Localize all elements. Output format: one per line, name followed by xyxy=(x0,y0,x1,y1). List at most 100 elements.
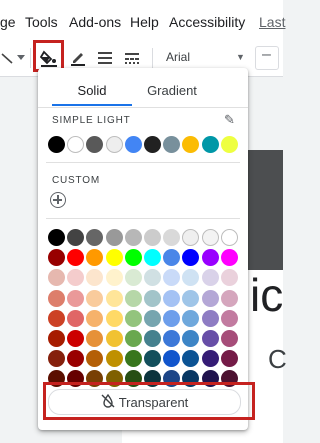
palette-color-swatch[interactable] xyxy=(201,289,219,307)
last-edit-link[interactable]: Last xyxy=(259,14,285,30)
palette-color-swatch[interactable] xyxy=(86,229,104,246)
palette-color-swatch[interactable] xyxy=(48,309,65,327)
palette-color-swatch[interactable] xyxy=(182,229,200,246)
decrease-font-size-button[interactable]: – xyxy=(255,46,279,70)
palette-color-swatch[interactable] xyxy=(182,330,200,347)
palette-color-swatch[interactable] xyxy=(220,309,238,327)
palette-color-swatch[interactable] xyxy=(86,249,104,267)
menu-item-addons[interactable]: Add-ons xyxy=(69,14,121,30)
palette-color-swatch[interactable] xyxy=(182,249,200,267)
palette-color-swatch[interactable] xyxy=(67,289,85,307)
palette-color-swatch[interactable] xyxy=(144,229,161,246)
theme-color-swatch[interactable] xyxy=(86,136,104,153)
palette-color-swatch[interactable] xyxy=(48,289,65,307)
palette-color-swatch[interactable] xyxy=(67,249,85,267)
theme-color-swatch[interactable] xyxy=(144,136,161,153)
palette-color-swatch[interactable] xyxy=(105,350,123,368)
palette-color-swatch[interactable] xyxy=(220,289,238,307)
palette-color-swatch[interactable] xyxy=(144,249,161,267)
palette-color-swatch[interactable] xyxy=(163,249,181,267)
palette-color-swatch[interactable] xyxy=(86,330,104,347)
palette-color-swatch[interactable] xyxy=(220,249,238,267)
palette-color-swatch[interactable] xyxy=(48,249,65,267)
palette-color-swatch[interactable] xyxy=(105,330,123,347)
palette-color-swatch[interactable] xyxy=(124,350,142,368)
palette-color-swatch[interactable] xyxy=(124,269,142,287)
palette-color-swatch[interactable] xyxy=(182,309,200,327)
palette-color-swatch[interactable] xyxy=(201,350,219,368)
palette-color-swatch[interactable] xyxy=(163,289,181,307)
theme-color-swatch[interactable] xyxy=(48,136,65,153)
add-custom-color-icon[interactable] xyxy=(50,192,66,208)
palette-color-swatch[interactable] xyxy=(163,350,181,368)
palette-color-swatch[interactable] xyxy=(105,229,123,246)
palette-color-swatch[interactable] xyxy=(86,350,104,368)
palette-color-swatch[interactable] xyxy=(201,309,219,327)
palette-color-swatch[interactable] xyxy=(124,330,142,347)
section-divider xyxy=(46,162,240,163)
palette-color-swatch[interactable] xyxy=(144,269,161,287)
palette-color-swatch[interactable] xyxy=(48,269,65,287)
palette-color-swatch[interactable] xyxy=(86,289,104,307)
palette-color-swatch[interactable] xyxy=(201,330,219,347)
palette-color-swatch[interactable] xyxy=(105,289,123,307)
theme-color-swatch[interactable] xyxy=(163,136,181,153)
palette-color-swatch[interactable] xyxy=(220,229,238,246)
custom-section-label: CUSTOM xyxy=(52,175,100,186)
palette-color-swatch[interactable] xyxy=(144,330,161,347)
theme-section-label: SIMPLE LIGHT xyxy=(52,115,131,126)
line-tool-icon[interactable] xyxy=(0,40,14,76)
menu-item-arrange[interactable]: ge xyxy=(0,14,16,30)
palette-color-swatch[interactable] xyxy=(67,309,85,327)
palette-color-swatch[interactable] xyxy=(220,269,238,287)
theme-color-swatch[interactable] xyxy=(201,136,219,153)
palette-color-swatch[interactable] xyxy=(201,229,219,246)
palette-color-swatch[interactable] xyxy=(124,249,142,267)
palette-color-swatch[interactable] xyxy=(67,229,85,246)
palette-color-swatch[interactable] xyxy=(48,330,65,347)
palette-color-swatch[interactable] xyxy=(163,330,181,347)
palette-color-swatch[interactable] xyxy=(163,269,181,287)
toolbar-divider xyxy=(30,48,31,68)
palette-color-swatch[interactable] xyxy=(105,269,123,287)
font-select-chevron-icon[interactable]: ▼ xyxy=(236,52,245,62)
tab-gradient[interactable]: Gradient xyxy=(122,76,222,106)
palette-color-swatch[interactable] xyxy=(144,289,161,307)
menu-item-help[interactable]: Help xyxy=(130,14,159,30)
palette-color-swatch[interactable] xyxy=(124,309,142,327)
palette-color-swatch[interactable] xyxy=(105,309,123,327)
theme-color-swatch[interactable] xyxy=(105,136,123,153)
palette-color-swatch[interactable] xyxy=(144,309,161,327)
palette-color-swatch[interactable] xyxy=(201,249,219,267)
theme-color-swatch[interactable] xyxy=(220,136,238,153)
palette-color-swatch[interactable] xyxy=(86,269,104,287)
palette-color-swatch[interactable] xyxy=(105,249,123,267)
palette-color-swatch[interactable] xyxy=(67,350,85,368)
menu-item-tools[interactable]: Tools xyxy=(25,14,58,30)
theme-color-swatch[interactable] xyxy=(67,136,85,153)
palette-color-swatch[interactable] xyxy=(48,229,65,246)
font-family-select[interactable]: Arial xyxy=(166,50,190,64)
edit-theme-pencil-icon[interactable]: ✎ xyxy=(224,112,235,128)
palette-color-swatch[interactable] xyxy=(182,269,200,287)
palette-color-swatch[interactable] xyxy=(201,269,219,287)
palette-color-swatch[interactable] xyxy=(182,350,200,368)
theme-color-swatch[interactable] xyxy=(182,136,200,153)
palette-color-swatch[interactable] xyxy=(182,289,200,307)
slide-subtitle-text[interactable]: C xyxy=(268,344,287,375)
palette-color-swatch[interactable] xyxy=(67,330,85,347)
palette-color-swatch[interactable] xyxy=(163,309,181,327)
palette-color-swatch[interactable] xyxy=(48,350,65,368)
palette-color-swatch[interactable] xyxy=(220,350,238,368)
palette-color-swatch[interactable] xyxy=(67,269,85,287)
palette-color-swatch[interactable] xyxy=(86,309,104,327)
slide-title-text[interactable]: ic xyxy=(250,268,283,322)
palette-color-swatch[interactable] xyxy=(124,229,142,246)
chevron-down-icon[interactable] xyxy=(15,40,27,76)
menu-item-accessibility[interactable]: Accessibility xyxy=(169,14,245,30)
palette-color-swatch[interactable] xyxy=(163,229,181,246)
palette-color-swatch[interactable] xyxy=(220,330,238,347)
palette-color-swatch[interactable] xyxy=(124,289,142,307)
palette-color-swatch[interactable] xyxy=(144,350,161,368)
theme-color-swatch[interactable] xyxy=(124,136,142,153)
